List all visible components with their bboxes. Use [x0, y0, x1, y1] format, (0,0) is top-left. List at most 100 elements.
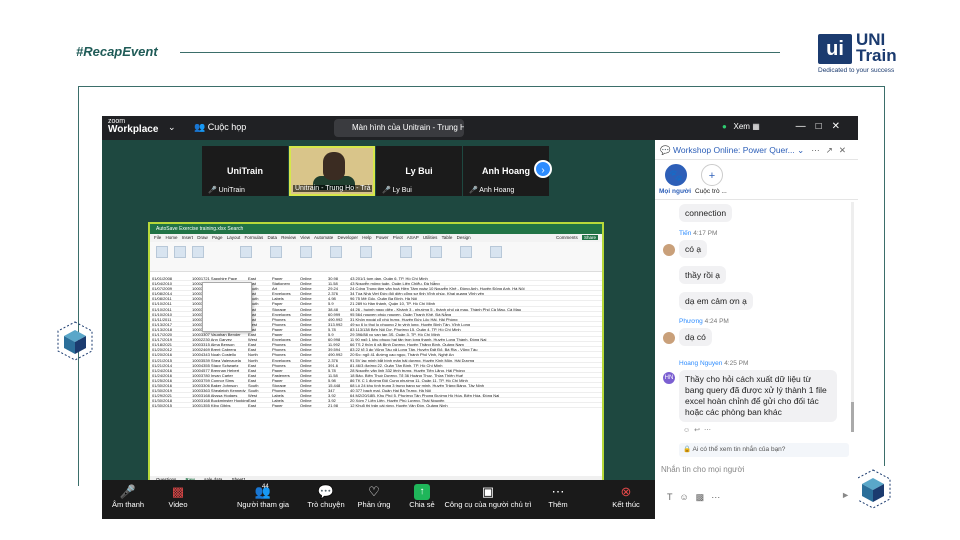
meeting-menu[interactable]: 👥 Cuộc họp: [194, 122, 246, 133]
who-can-see-link[interactable]: 🔒 Ai có thể xem tin nhắn của bạn?: [679, 443, 849, 457]
message-reactions[interactable]: ☺↩⋯: [683, 426, 715, 434]
chat-scroll-thumb[interactable]: [851, 402, 854, 432]
video-button[interactable]: ▩ Video: [148, 484, 208, 509]
zoom-logo: zoom Workplace: [108, 118, 159, 135]
window-controls[interactable]: —□✕: [796, 121, 850, 132]
apps-icon: ▣: [481, 484, 495, 499]
logo-brand: UNI Train: [856, 31, 897, 65]
excel-dropdown-popup[interactable]: [202, 282, 252, 332]
frame-line-top: [78, 86, 884, 87]
avatar: [663, 332, 675, 344]
cube-decoration-left-icon: [57, 321, 93, 361]
participant-name: Ly Bui: [405, 166, 433, 176]
sender-name: Tiến: [679, 230, 692, 237]
ribbon-button-icon[interactable]: [400, 246, 412, 258]
chat-input[interactable]: Nhắn tin cho mọi người: [661, 465, 745, 474]
slide: #RecapEvent ui UNI Train Dedicated to yo…: [0, 0, 960, 540]
chat-sender: Hoang Nguyen 4:25 PM: [679, 360, 748, 367]
chat-label: Trò chuyện: [307, 500, 345, 509]
table-cell[interactable]: Online: [300, 403, 328, 407]
mic-muted-icon: 🎤: [382, 187, 391, 194]
chat-sender: Phương 4:24 PM: [679, 318, 729, 325]
tab-everyone[interactable]: Mọi người: [659, 188, 691, 195]
participant-label-text: UniTrain: [218, 187, 245, 194]
excel-share: Share: [581, 235, 598, 240]
send-icon[interactable]: ►: [841, 490, 850, 500]
chat-message: connection: [679, 204, 733, 222]
end-label: Kết thúc: [612, 500, 640, 509]
ribbon-button-icon[interactable]: [192, 246, 204, 258]
ribbon-button-icon[interactable]: [240, 246, 252, 258]
new-conversation-icon[interactable]: +: [701, 164, 723, 186]
speaker-face: [323, 152, 345, 180]
share-label: Chia sẻ: [409, 500, 435, 509]
table-row[interactable]: 01/30/2015 10001355 Kibo Gibbs East Paper On…: [150, 403, 602, 409]
zoom-logo-big: Workplace: [108, 124, 159, 135]
chat-scrollbar[interactable]: [851, 202, 854, 432]
ribbon-button-icon[interactable]: [270, 246, 282, 258]
chat-input-tools[interactable]: T☺▩⋯: [667, 492, 727, 503]
meeting-stage: UniTrain 🎤 UniTrain Unitrain - Trung Ho …: [102, 140, 655, 492]
ribbon-button-icon[interactable]: [360, 246, 372, 258]
ribbon-button-icon[interactable]: [174, 246, 186, 258]
unitrain-logo: ui UNI Train Dedicated to your success: [818, 31, 902, 78]
logo-tagline: Dedicated to your success: [818, 67, 895, 74]
chevron-down-icon[interactable]: ⌄: [168, 122, 176, 133]
host-tools-button[interactable]: ▣ Công cụ của người chủ trì: [442, 484, 534, 509]
view-menu[interactable]: ● Xem ▦: [722, 122, 760, 131]
excel-comments: Comments: [555, 235, 578, 240]
participant-label: 🎤 Anh Hoang: [469, 186, 514, 194]
ribbon-button-icon[interactable]: [460, 246, 472, 258]
more-label: Thêm: [548, 500, 568, 509]
chat-header: 💬 Workshop Online: Power Quer... ⌄ ⋯↗✕: [655, 140, 858, 160]
ribbon-button-icon[interactable]: [330, 246, 342, 258]
table-cell[interactable]: 01/30/2015: [150, 403, 192, 407]
more-button[interactable]: ⋯ Thêm: [528, 484, 588, 509]
mic-muted-icon: 🎤: [469, 187, 478, 194]
excel-comments-share[interactable]: Comments Share: [556, 234, 598, 242]
end-icon: ⊗: [620, 484, 632, 499]
excel-ribbon: [150, 242, 602, 272]
chat-messages: connection Tiến 4:17 PM có ạ thầy rồi ạ …: [655, 200, 858, 440]
ribbon-button-icon[interactable]: [430, 246, 442, 258]
chat-icon: 💬: [660, 145, 671, 155]
tab-conversation[interactable]: Cuộc trò ...: [695, 188, 727, 195]
avatar: [663, 244, 675, 256]
sender-name: Phương: [679, 318, 703, 325]
chat-tabs: 🐾 + Mọi người Cuộc trò ...: [655, 160, 858, 200]
chat-header-controls[interactable]: ⋯↗✕: [811, 140, 852, 160]
chat-title: Workshop Online: Power Quer...: [673, 145, 795, 155]
sender-time: 4:17 PM: [693, 230, 718, 237]
screen-share-tab[interactable]: Màn hình của Unitrain - Trung Hi ⋯: [334, 119, 464, 137]
participant-tile[interactable]: UniTrain 🎤 UniTrain: [202, 146, 288, 196]
screen-share-tab-label: Màn hình của Unitrain - Trung Hi: [352, 123, 464, 132]
next-page-button[interactable]: ›: [534, 160, 552, 178]
more-icon: ⋯: [551, 484, 565, 499]
table-cell[interactable]: 21.98: [328, 403, 350, 407]
end-button[interactable]: ⊗ Kết thúc: [596, 484, 656, 509]
participant-tile-video[interactable]: Unitrain - Trung Ho - Trả: [289, 146, 375, 196]
zoom-titlebar: zoom Workplace ⌄ 👥 Cuộc họp Màn hình của…: [102, 116, 858, 140]
table-cell[interactable]: Paper: [272, 403, 300, 407]
everyone-tab-icon[interactable]: 🐾: [665, 164, 687, 186]
table-cell[interactable]: 10001355 Kibo Gibbs: [192, 403, 248, 407]
chat-message: dạ có: [679, 328, 712, 346]
ribbon-button-icon[interactable]: [156, 246, 168, 258]
participant-tile[interactable]: Ly Bui 🎤 Ly Bui: [376, 146, 462, 196]
zoom-window: zoom Workplace ⌄ 👥 Cuộc họp Màn hình của…: [102, 116, 858, 519]
participants-button[interactable]: 👥 44 Người tham gia: [228, 484, 298, 509]
meeting-toolbar: 🎤 Âm thanh ▩ Video 👥 44 Người tham gia 💬 Trò …: [102, 480, 655, 519]
avatar: HN: [663, 372, 675, 384]
ribbon-button-icon[interactable]: [300, 246, 312, 258]
table-cell[interactable]: East: [248, 403, 272, 407]
table-cell[interactable]: 12 Khu5 thị trấn cái rồng, Huyện Vân Đồn…: [350, 403, 600, 407]
audio-label: Âm thanh: [111, 500, 145, 509]
chat-panel: 💬 Workshop Online: Power Quer... ⌄ ⋯↗✕ 🐾…: [655, 140, 858, 519]
ribbon-button-icon[interactable]: [490, 246, 502, 258]
logo-brand-line2: Train: [856, 46, 897, 65]
host-tools-label: Công cụ của người chủ trì: [444, 500, 532, 509]
excel-menu[interactable]: File Home Insert Draw Page Layout Formul…: [150, 234, 602, 242]
reactions-label: Phản ứng: [357, 500, 391, 509]
participant-label: 🎤 Ly Bui: [382, 186, 412, 194]
participant-label-text: Ly Bui: [392, 187, 412, 194]
